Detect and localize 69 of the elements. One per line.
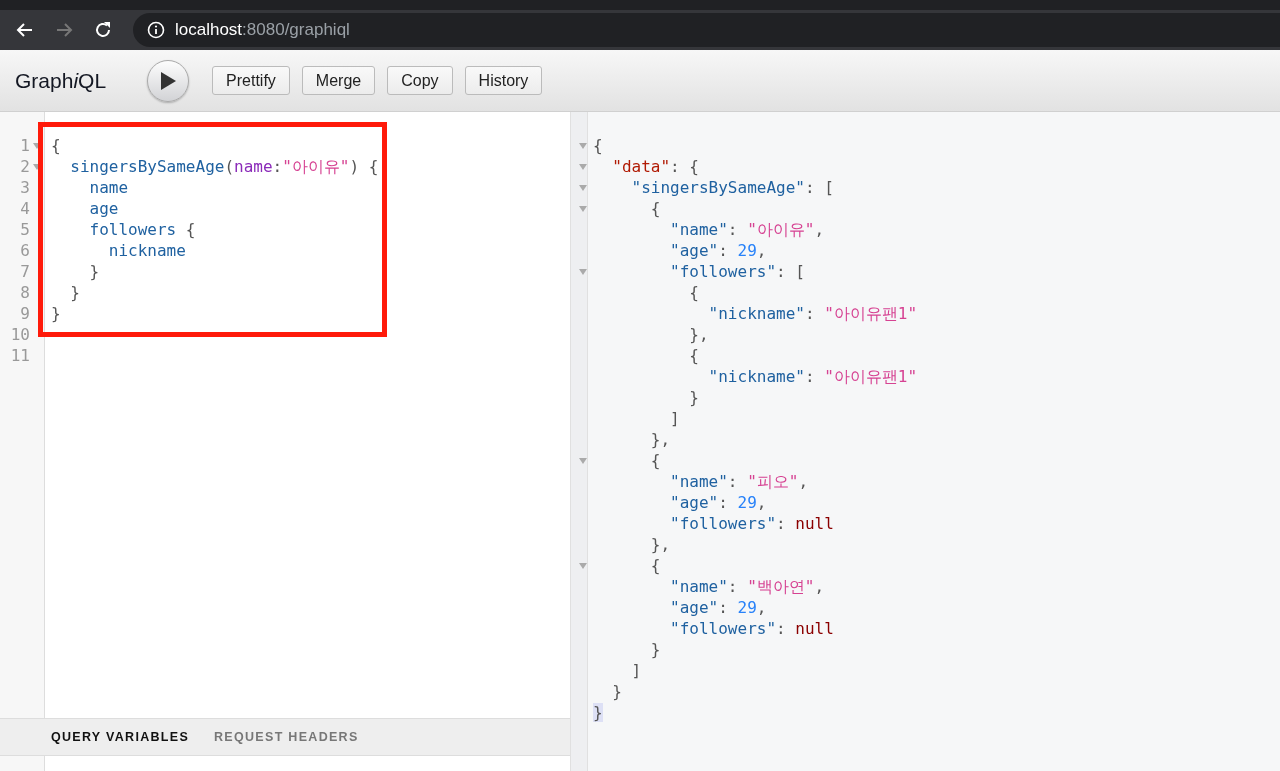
code-line: { bbox=[593, 135, 604, 156]
line-number: 11 bbox=[9, 345, 30, 366]
code-line: "name": "백아연", bbox=[669, 576, 826, 597]
code-line: ] bbox=[630, 660, 643, 681]
code-line: "age": 29, bbox=[669, 240, 768, 261]
address-bar[interactable]: localhost:8080/graphiql bbox=[133, 13, 1280, 47]
code-line: } bbox=[611, 681, 623, 702]
line-number: 7 bbox=[19, 261, 30, 282]
line-number: 9 bbox=[19, 303, 30, 324]
code-line: followers { bbox=[88, 219, 197, 240]
fold-triangle-icon[interactable] bbox=[579, 562, 587, 569]
line-number: 1 bbox=[19, 135, 30, 156]
panel-tab[interactable]: QUERY VARIABLES bbox=[51, 730, 190, 744]
code-line: "followers": null bbox=[669, 513, 835, 534]
fold-triangle-icon[interactable] bbox=[579, 184, 587, 191]
code-line: } bbox=[69, 282, 81, 303]
code-line: "followers": null bbox=[669, 618, 835, 639]
play-icon bbox=[160, 71, 177, 90]
url-path: :8080/graphiql bbox=[242, 20, 350, 40]
code-line: } bbox=[688, 387, 700, 408]
logo: GraphiQL bbox=[15, 68, 107, 93]
code-line: "followers": [ bbox=[669, 261, 806, 282]
code-line: { bbox=[649, 198, 662, 219]
toolbar-button[interactable]: Merge bbox=[301, 66, 376, 95]
code-line: } bbox=[51, 303, 62, 324]
toolbar-button[interactable]: History bbox=[464, 66, 543, 95]
code-line: { bbox=[649, 450, 662, 471]
code-line: nickname bbox=[107, 240, 187, 261]
line-number: 10 bbox=[9, 324, 30, 345]
url-host: localhost bbox=[175, 20, 243, 40]
toolbar-button[interactable]: Prettify bbox=[212, 66, 290, 95]
fold-triangle-icon[interactable] bbox=[579, 163, 587, 170]
code-line: age bbox=[88, 198, 120, 219]
fold-triangle-icon[interactable] bbox=[579, 142, 587, 149]
fold-triangle-icon[interactable] bbox=[33, 142, 41, 149]
run-button[interactable] bbox=[147, 59, 190, 102]
code-line: "nickname": "아이유팬1" bbox=[707, 366, 918, 387]
code-line: }, bbox=[649, 429, 672, 450]
code-line: name bbox=[88, 177, 130, 198]
line-number: 4 bbox=[19, 198, 30, 219]
info-icon[interactable] bbox=[147, 21, 165, 39]
fold-triangle-icon[interactable] bbox=[579, 457, 587, 464]
code-line: "nickname": "아이유팬1" bbox=[707, 303, 918, 324]
code-line: }, bbox=[688, 324, 710, 345]
line-number: 5 bbox=[19, 219, 30, 240]
code-line: ] bbox=[669, 408, 681, 429]
code-line: "age": 29, bbox=[669, 492, 768, 513]
code-line: } bbox=[649, 639, 662, 660]
code-line: }, bbox=[649, 534, 672, 555]
code-line: "name": "아이유", bbox=[669, 219, 826, 240]
fold-triangle-icon[interactable] bbox=[33, 163, 41, 170]
code-line: "age": 29, bbox=[669, 597, 768, 618]
code-line: "singersBySameAge": [ bbox=[630, 177, 835, 198]
fold-triangle-icon[interactable] bbox=[579, 268, 587, 275]
code-line: { bbox=[688, 282, 700, 303]
code-line: "name": "피오", bbox=[669, 471, 810, 492]
code-line: { bbox=[688, 345, 700, 366]
line-number: 6 bbox=[19, 240, 30, 261]
line-number: 8 bbox=[19, 282, 30, 303]
toolbar-button[interactable]: Copy bbox=[387, 66, 453, 95]
code-line: "data": { bbox=[611, 156, 700, 177]
code-line: singersBySameAge(name:"아이유") { bbox=[69, 156, 380, 177]
code-line: { bbox=[51, 135, 62, 156]
panel-tab[interactable]: REQUEST HEADERS bbox=[214, 730, 359, 744]
code-line: { bbox=[649, 555, 662, 576]
line-number: 3 bbox=[19, 177, 30, 198]
fold-triangle-icon[interactable] bbox=[579, 205, 587, 212]
line-number: 2 bbox=[19, 156, 30, 177]
code-line: } bbox=[88, 261, 101, 282]
